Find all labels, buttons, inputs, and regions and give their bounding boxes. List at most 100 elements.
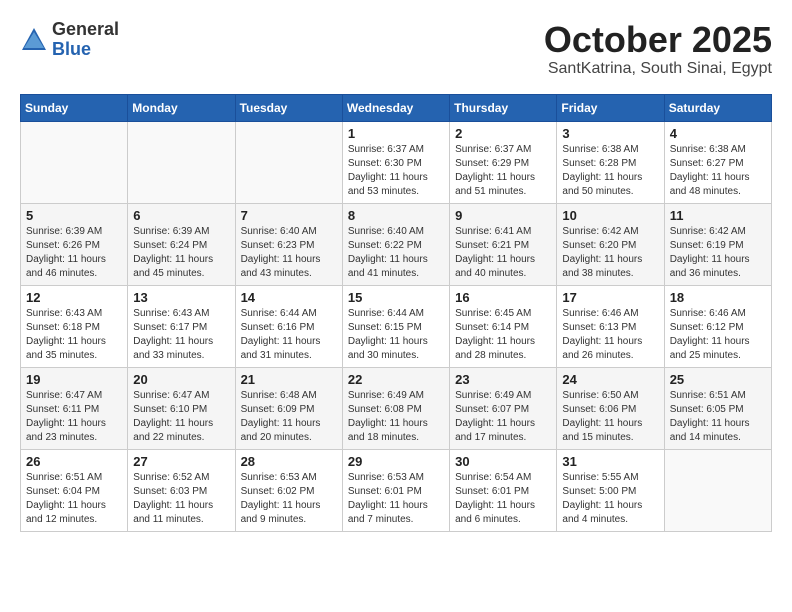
month-title: October 2025 bbox=[544, 20, 772, 60]
day-cell: 29Sunrise: 6:53 AMSunset: 6:01 PMDayligh… bbox=[342, 449, 449, 531]
header-monday: Monday bbox=[128, 94, 235, 121]
day-info: Sunrise: 6:39 AMSunset: 6:24 PMDaylight:… bbox=[133, 225, 229, 281]
day-number: 19 bbox=[26, 372, 122, 387]
day-number: 21 bbox=[241, 372, 337, 387]
day-cell: 9 Sunrise: 6:41 AMSunset: 6:21 PMDaylight… bbox=[450, 203, 557, 285]
day-number: 15 bbox=[348, 290, 444, 305]
day-info: Sunrise: 6:46 AMSunset: 6:13 PMDaylight:… bbox=[562, 307, 658, 363]
day-cell: 27 Sunrise: 6:52 AMSunset: 6:03 PMDayligh… bbox=[128, 449, 235, 531]
header-wednesday: Wednesday bbox=[342, 94, 449, 121]
day-cell: 15 Sunrise: 6:44 AMSunset: 6:15 PMDayligh… bbox=[342, 285, 449, 367]
week-row-1: 1 Sunrise: 6:37 AMSunset: 6:30 PMDaylight… bbox=[21, 121, 772, 203]
day-number: 1 bbox=[348, 126, 444, 141]
day-info: Sunrise: 6:52 AMSunset: 6:03 PMDaylight:… bbox=[133, 471, 229, 527]
header-tuesday: Tuesday bbox=[235, 94, 342, 121]
day-info: Sunrise: 6:44 AMSunset: 6:16 PMDaylight:… bbox=[241, 307, 337, 363]
day-info: Sunrise: 6:48 AMSunset: 6:09 PMDaylight:… bbox=[241, 389, 337, 445]
day-info: Sunrise: 6:54 AMSunset: 6:01 PMDaylight:… bbox=[455, 471, 551, 527]
week-row-4: 19 Sunrise: 6:47 AMSunset: 6:11 PMDayligh… bbox=[21, 367, 772, 449]
day-cell: 3Sunrise: 6:38 AMSunset: 6:28 PMDaylight… bbox=[557, 121, 664, 203]
day-number: 12 bbox=[26, 290, 122, 305]
day-cell: 23Sunrise: 6:49 AMSunset: 6:07 PMDayligh… bbox=[450, 367, 557, 449]
day-number: 27 bbox=[133, 454, 229, 469]
day-cell: 2Sunrise: 6:37 AMSunset: 6:29 PMDaylight… bbox=[450, 121, 557, 203]
day-cell: 20 Sunrise: 6:47 AMSunset: 6:10 PMDayligh… bbox=[128, 367, 235, 449]
header-friday: Friday bbox=[557, 94, 664, 121]
day-number: 17 bbox=[562, 290, 658, 305]
day-info: Sunrise: 6:47 AMSunset: 6:11 PMDaylight:… bbox=[26, 389, 122, 445]
logo: General Blue bbox=[20, 20, 119, 60]
day-info: Sunrise: 6:41 AMSunset: 6:21 PMDaylight:… bbox=[455, 225, 551, 281]
day-number: 26 bbox=[26, 454, 122, 469]
day-cell: 6Sunrise: 6:39 AMSunset: 6:24 PMDaylight… bbox=[128, 203, 235, 285]
day-cell: 1 Sunrise: 6:37 AMSunset: 6:30 PMDaylight… bbox=[342, 121, 449, 203]
week-row-3: 12Sunrise: 6:43 AMSunset: 6:18 PMDayligh… bbox=[21, 285, 772, 367]
header-row: SundayMondayTuesdayWednesdayThursdayFrid… bbox=[21, 94, 772, 121]
day-info: Sunrise: 6:47 AMSunset: 6:10 PMDaylight:… bbox=[133, 389, 229, 445]
day-cell: 11Sunrise: 6:42 AMSunset: 6:19 PMDayligh… bbox=[664, 203, 771, 285]
day-cell: 26Sunrise: 6:51 AMSunset: 6:04 PMDayligh… bbox=[21, 449, 128, 531]
day-number: 23 bbox=[455, 372, 551, 387]
day-number: 13 bbox=[133, 290, 229, 305]
day-number: 7 bbox=[241, 208, 337, 223]
day-cell bbox=[664, 449, 771, 531]
day-cell: 17 Sunrise: 6:46 AMSunset: 6:13 PMDayligh… bbox=[557, 285, 664, 367]
day-number: 18 bbox=[670, 290, 766, 305]
week-row-5: 26Sunrise: 6:51 AMSunset: 6:04 PMDayligh… bbox=[21, 449, 772, 531]
day-info: Sunrise: 6:38 AMSunset: 6:28 PMDaylight:… bbox=[562, 143, 658, 199]
day-info: Sunrise: 6:53 AMSunset: 6:02 PMDaylight:… bbox=[241, 471, 337, 527]
logo-text: General Blue bbox=[52, 20, 119, 60]
day-cell bbox=[128, 121, 235, 203]
day-cell: 8 Sunrise: 6:40 AMSunset: 6:22 PMDaylight… bbox=[342, 203, 449, 285]
day-cell: 24Sunrise: 6:50 AMSunset: 6:06 PMDayligh… bbox=[557, 367, 664, 449]
header-thursday: Thursday bbox=[450, 94, 557, 121]
day-cell: 10Sunrise: 6:42 AMSunset: 6:20 PMDayligh… bbox=[557, 203, 664, 285]
day-info: Sunrise: 6:53 AMSunset: 6:01 PMDaylight:… bbox=[348, 471, 444, 527]
day-info: Sunrise: 6:46 AMSunset: 6:12 PMDaylight:… bbox=[670, 307, 766, 363]
day-info: Sunrise: 6:38 AMSunset: 6:27 PMDaylight:… bbox=[670, 143, 766, 199]
day-info: Sunrise: 6:49 AMSunset: 6:08 PMDaylight:… bbox=[348, 389, 444, 445]
day-number: 14 bbox=[241, 290, 337, 305]
day-cell: 16Sunrise: 6:45 AMSunset: 6:14 PMDayligh… bbox=[450, 285, 557, 367]
day-cell: 5Sunrise: 6:39 AMSunset: 6:26 PMDaylight… bbox=[21, 203, 128, 285]
day-info: Sunrise: 5:55 AMSunset: 5:00 PMDaylight:… bbox=[562, 471, 658, 527]
day-info: Sunrise: 6:37 AMSunset: 6:30 PMDaylight:… bbox=[348, 143, 444, 199]
day-info: Sunrise: 6:40 AMSunset: 6:22 PMDaylight:… bbox=[348, 225, 444, 281]
day-number: 5 bbox=[26, 208, 122, 223]
day-number: 28 bbox=[241, 454, 337, 469]
day-info: Sunrise: 6:43 AMSunset: 6:17 PMDaylight:… bbox=[133, 307, 229, 363]
day-number: 20 bbox=[133, 372, 229, 387]
day-number: 10 bbox=[562, 208, 658, 223]
day-cell: 25Sunrise: 6:51 AMSunset: 6:05 PMDayligh… bbox=[664, 367, 771, 449]
day-info: Sunrise: 6:40 AMSunset: 6:23 PMDaylight:… bbox=[241, 225, 337, 281]
day-info: Sunrise: 6:42 AMSunset: 6:19 PMDaylight:… bbox=[670, 225, 766, 281]
day-cell: 22Sunrise: 6:49 AMSunset: 6:08 PMDayligh… bbox=[342, 367, 449, 449]
header-sunday: Sunday bbox=[21, 94, 128, 121]
title-section: October 2025 SantKatrina, South Sinai, E… bbox=[544, 20, 772, 78]
day-cell: 13 Sunrise: 6:43 AMSunset: 6:17 PMDayligh… bbox=[128, 285, 235, 367]
day-number: 8 bbox=[348, 208, 444, 223]
day-number: 31 bbox=[562, 454, 658, 469]
day-cell: 7 Sunrise: 6:40 AMSunset: 6:23 PMDaylight… bbox=[235, 203, 342, 285]
day-info: Sunrise: 6:45 AMSunset: 6:14 PMDaylight:… bbox=[455, 307, 551, 363]
day-number: 9 bbox=[455, 208, 551, 223]
logo-blue: Blue bbox=[52, 40, 119, 60]
day-info: Sunrise: 6:37 AMSunset: 6:29 PMDaylight:… bbox=[455, 143, 551, 199]
day-cell: 28 Sunrise: 6:53 AMSunset: 6:02 PMDayligh… bbox=[235, 449, 342, 531]
page-header: General Blue October 2025 SantKatrina, S… bbox=[20, 20, 772, 78]
day-cell: 4Sunrise: 6:38 AMSunset: 6:27 PMDaylight… bbox=[664, 121, 771, 203]
day-cell: 12Sunrise: 6:43 AMSunset: 6:18 PMDayligh… bbox=[21, 285, 128, 367]
day-number: 24 bbox=[562, 372, 658, 387]
day-number: 25 bbox=[670, 372, 766, 387]
calendar-table: SundayMondayTuesdayWednesdayThursdayFrid… bbox=[20, 94, 772, 532]
day-cell: 21 Sunrise: 6:48 AMSunset: 6:09 PMDayligh… bbox=[235, 367, 342, 449]
header-saturday: Saturday bbox=[664, 94, 771, 121]
day-cell: 14 Sunrise: 6:44 AMSunset: 6:16 PMDayligh… bbox=[235, 285, 342, 367]
day-cell: 30 Sunrise: 6:54 AMSunset: 6:01 PMDayligh… bbox=[450, 449, 557, 531]
day-number: 30 bbox=[455, 454, 551, 469]
location-subtitle: SantKatrina, South Sinai, Egypt bbox=[544, 60, 772, 78]
logo-icon bbox=[20, 26, 48, 54]
day-info: Sunrise: 6:44 AMSunset: 6:15 PMDaylight:… bbox=[348, 307, 444, 363]
day-cell: 19 Sunrise: 6:47 AMSunset: 6:11 PMDayligh… bbox=[21, 367, 128, 449]
week-row-2: 5Sunrise: 6:39 AMSunset: 6:26 PMDaylight… bbox=[21, 203, 772, 285]
